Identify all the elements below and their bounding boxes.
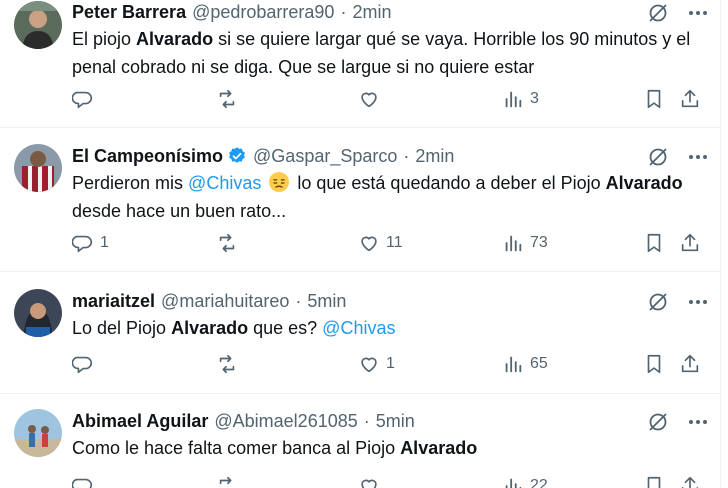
share-button[interactable] — [679, 232, 701, 254]
reply-icon — [72, 353, 94, 375]
retweet-icon — [216, 232, 238, 254]
mention-link[interactable]: @Chivas — [188, 173, 261, 193]
views-button[interactable]: 22 — [502, 475, 548, 488]
views-button[interactable]: 65 — [502, 353, 548, 375]
share-icon — [679, 475, 701, 488]
tweet-text: El piojo Alvarado si se quiere largar qu… — [72, 29, 691, 77]
bold-word: Alvarado — [605, 173, 683, 193]
author-handle[interactable]: @pedrobarrera90 — [192, 2, 334, 23]
author-name[interactable]: Abimael Aguilar — [72, 411, 208, 432]
tweet-text: Perdieron mis @Chivas lo que está quedan… — [72, 171, 683, 221]
retweet-icon — [216, 353, 238, 375]
views-count: 73 — [530, 234, 548, 251]
like-button[interactable]: 11 — [358, 232, 403, 254]
retweet-button[interactable] — [216, 88, 244, 110]
action-bar: 1 65 — [72, 353, 712, 381]
retweet-button[interactable] — [216, 353, 244, 375]
separator-dot: · — [295, 290, 302, 311]
views-icon — [502, 88, 524, 110]
author-handle[interactable]: @Gaspar_Sparco — [253, 146, 397, 167]
views-button[interactable]: 73 — [502, 232, 548, 254]
author-handle[interactable]: @mariahuitareo — [161, 291, 289, 312]
timestamp[interactable]: 2min — [415, 146, 454, 167]
bookmark-button[interactable] — [643, 88, 665, 110]
views-icon — [502, 232, 524, 254]
reply-icon — [72, 232, 94, 254]
avatar[interactable] — [14, 289, 62, 337]
author-name[interactable]: El Campeonísimo — [72, 146, 223, 167]
share-button[interactable] — [679, 88, 701, 110]
bookmark-icon — [643, 88, 665, 110]
share-button[interactable] — [679, 353, 701, 375]
views-button[interactable]: 3 — [502, 88, 539, 110]
retweet-icon — [216, 475, 238, 488]
like-button[interactable] — [358, 88, 386, 110]
avatar[interactable] — [14, 1, 62, 49]
like-button[interactable] — [358, 475, 386, 488]
action-bar: 22 — [72, 475, 712, 488]
tweet[interactable]: El Campeonísimo @Gaspar_Sparco · 2min Pe… — [0, 128, 720, 271]
like-icon — [358, 232, 380, 254]
like-count: 11 — [386, 234, 403, 251]
mention-link[interactable]: @Chivas — [322, 318, 395, 338]
views-count: 3 — [530, 90, 539, 107]
bookmark-button[interactable] — [643, 232, 665, 254]
bold-word: Alvarado — [171, 318, 249, 338]
tweet[interactable]: mariaitzel @mariahuitareo · 5min Lo del … — [0, 272, 720, 393]
bold-word: Alvarado — [136, 29, 214, 49]
timeline-border — [720, 0, 721, 488]
author-name[interactable]: mariaitzel — [72, 291, 155, 312]
author-name[interactable]: Peter Barrera — [72, 2, 186, 23]
share-icon — [679, 88, 701, 110]
bookmark-icon — [643, 232, 665, 254]
reply-icon — [72, 475, 94, 488]
reply-button[interactable]: 1 — [72, 232, 109, 254]
separator-dot: · — [363, 410, 370, 431]
bookmark-button[interactable] — [643, 353, 665, 375]
author-handle[interactable]: @Abimael261085 — [214, 411, 357, 432]
reply-button[interactable] — [72, 88, 100, 110]
reply-icon — [72, 88, 94, 110]
like-count: 1 — [386, 355, 395, 372]
share-icon — [679, 232, 701, 254]
bookmark-icon — [643, 475, 665, 488]
reply-count: 1 — [100, 234, 109, 251]
reply-button[interactable] — [72, 475, 100, 488]
views-count: 22 — [530, 477, 548, 488]
action-bar: 1 11 73 — [72, 232, 712, 260]
timestamp[interactable]: 5min — [376, 411, 415, 432]
views-icon — [502, 475, 524, 488]
tweet-text: Lo del Piojo Alvarado que es? @Chivas — [72, 318, 396, 338]
views-icon — [502, 353, 524, 375]
avatar[interactable] — [14, 409, 62, 457]
bookmark-icon — [643, 353, 665, 375]
retweet-button[interactable] — [216, 475, 244, 488]
verified-badge-icon — [227, 146, 247, 166]
retweet-button[interactable] — [216, 232, 244, 254]
share-icon — [679, 353, 701, 375]
bookmark-button[interactable] — [643, 475, 665, 488]
share-button[interactable] — [679, 475, 701, 488]
pensive-face-emoji — [268, 171, 290, 193]
separator-dot: · — [340, 1, 347, 22]
bold-word: Alvarado — [400, 438, 478, 458]
timestamp[interactable]: 2min — [352, 2, 391, 23]
timestamp[interactable]: 5min — [307, 291, 346, 312]
views-count: 65 — [530, 355, 548, 372]
tweet[interactable]: Peter Barrera @pedrobarrera90 · 2min El … — [0, 0, 720, 127]
like-icon — [358, 353, 380, 375]
avatar[interactable] — [14, 144, 62, 192]
tweet-text: Como le hace falta comer banca al Piojo … — [72, 438, 478, 458]
like-button[interactable]: 1 — [358, 353, 395, 375]
reply-button[interactable] — [72, 353, 100, 375]
like-icon — [358, 475, 380, 488]
tweet[interactable]: Abimael Aguilar @Abimael261085 · 5min Co… — [0, 394, 720, 488]
like-icon — [358, 88, 380, 110]
action-bar: 3 — [72, 88, 712, 116]
retweet-icon — [216, 88, 238, 110]
separator-dot: · — [403, 145, 410, 166]
